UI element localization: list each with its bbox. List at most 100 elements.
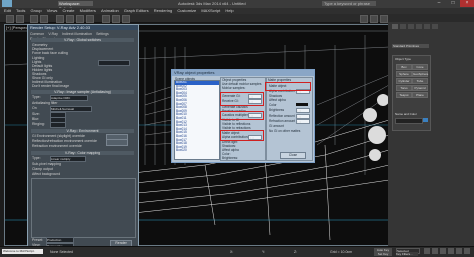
row-dont-render[interactable]: Don't render final image xyxy=(32,84,69,88)
utilities-icon[interactable] xyxy=(432,24,438,29)
cylinder-button[interactable]: Cylinder xyxy=(396,78,412,84)
ringing-field[interactable] xyxy=(50,122,66,128)
vray-dialog-title: VRay object properties xyxy=(172,70,314,76)
tube-button[interactable]: Tube xyxy=(412,78,428,84)
sphere-button[interactable]: Sphere xyxy=(396,71,412,77)
menu-maxscript[interactable]: MAXScript xyxy=(201,8,220,13)
torus-button[interactable]: Torus xyxy=(396,85,412,91)
orbit-icon[interactable] xyxy=(456,248,462,254)
tab-vray[interactable]: V-Ray xyxy=(48,32,58,36)
move-icon[interactable] xyxy=(66,15,74,23)
cone-button[interactable]: Cone xyxy=(412,64,428,70)
maxscript-listener[interactable]: Welcome to MAXScript. xyxy=(2,249,43,254)
hierarchy-icon[interactable] xyxy=(408,24,414,29)
primitives-dropdown[interactable]: Standard Primitives xyxy=(392,44,429,48)
minimize-button[interactable]: – xyxy=(432,0,446,7)
plane-button[interactable]: Plane xyxy=(412,92,428,98)
maximize-button[interactable]: □ xyxy=(446,0,460,7)
matte-color-swatch[interactable] xyxy=(296,103,308,106)
material-editor-icon[interactable] xyxy=(360,15,368,23)
refraction-amount[interactable]: Refraction amount xyxy=(269,119,295,123)
menu-rendering[interactable]: Rendering xyxy=(154,8,172,13)
gi-amount[interactable]: GI amount xyxy=(269,124,284,128)
render-dialog-title: Render Setup: V-Ray Adv 2.40.03 xyxy=(28,25,138,30)
snap-icon[interactable] xyxy=(102,15,110,23)
menu-group[interactable]: Group xyxy=(31,8,42,13)
refl-env-map-button[interactable] xyxy=(106,139,128,146)
menu-graph-editors[interactable]: Graph Editors xyxy=(124,8,149,13)
workspace-dropdown[interactable]: Workspace: Default xyxy=(58,1,93,11)
image-sampler-header[interactable]: V-Ray:: Image sampler (Antialiasing) xyxy=(31,90,134,94)
zoom-icon[interactable] xyxy=(440,248,446,254)
menu-customize[interactable]: Customize xyxy=(177,8,196,13)
lights-dropdown[interactable] xyxy=(98,60,130,66)
list-item[interactable]: Box020 xyxy=(175,149,219,153)
teapot-button[interactable]: Teapot xyxy=(396,92,412,98)
color-mapping-header[interactable]: V-Ray:: Color mapping xyxy=(31,151,134,155)
menu-animation[interactable]: Animation xyxy=(101,8,119,13)
object-type-rollout: Object Type Box Cone Sphere GeoSphere Cy… xyxy=(392,55,431,131)
rotate-icon[interactable] xyxy=(76,15,84,23)
reflection-amount[interactable]: Reflection amount xyxy=(269,114,295,118)
menu-tools[interactable]: Tools xyxy=(16,8,25,13)
next-frame-icon[interactable] xyxy=(432,248,438,254)
key-filters-button[interactable]: Key Filters... xyxy=(396,252,418,256)
matte-color: Color xyxy=(269,103,277,107)
matte-affect-alpha[interactable]: Affect alpha xyxy=(269,98,286,102)
pan-icon[interactable] xyxy=(448,248,454,254)
motion-icon[interactable] xyxy=(416,24,422,29)
unlink-icon[interactable] xyxy=(40,15,48,23)
scale-icon[interactable] xyxy=(86,15,94,23)
refraction-amount-field[interactable]: 1.0 xyxy=(296,119,310,124)
environment-header[interactable]: V-Ray:: Environment xyxy=(31,129,134,133)
clamp-checkbox[interactable]: Clamp output xyxy=(32,167,53,171)
subpixel-checkbox[interactable]: Sub-pixel mapping xyxy=(32,162,61,166)
menu-modifiers[interactable]: Modifiers xyxy=(80,8,96,13)
align-icon[interactable] xyxy=(122,15,130,23)
redo-icon[interactable] xyxy=(16,15,24,23)
highlight-box-1 xyxy=(265,82,311,91)
display-icon[interactable] xyxy=(424,24,430,29)
no-gi-other-mattes[interactable]: No GI on other mattes xyxy=(269,129,300,133)
menu-edit[interactable]: Edit xyxy=(4,8,11,13)
gi-env-override[interactable]: GI Environment (skylight) override xyxy=(32,134,85,138)
menu-create[interactable]: Create xyxy=(62,8,74,13)
aa-on-checkbox[interactable]: On xyxy=(32,106,37,110)
maximize-viewport-icon[interactable] xyxy=(464,248,470,254)
pyramid-button[interactable]: Pyramid xyxy=(412,85,428,91)
set-key-button[interactable]: Set Key xyxy=(374,252,392,256)
scene-objects-list[interactable]: Box001 Box002 Box003 Box004 Box005 Box00… xyxy=(174,80,220,160)
refl-env-override[interactable]: Reflection/refraction environment overri… xyxy=(32,139,97,143)
app-logo-icon[interactable] xyxy=(2,0,12,7)
tab-common[interactable]: Common xyxy=(30,32,44,36)
close-dialog-button[interactable]: Close xyxy=(280,152,306,159)
tab-settings[interactable]: Settings xyxy=(96,32,109,36)
select-object-icon[interactable] xyxy=(56,15,64,23)
object-color-swatch[interactable] xyxy=(423,118,428,122)
affect-bg-checkbox[interactable]: Affect background xyxy=(32,172,60,176)
modify-icon[interactable] xyxy=(400,24,406,29)
search-input[interactable]: Type a keyword or phrase xyxy=(322,1,376,6)
box-button[interactable]: Box xyxy=(396,64,412,70)
render-icon[interactable] xyxy=(380,15,388,23)
undo-icon[interactable] xyxy=(6,15,14,23)
render-setup-icon[interactable] xyxy=(370,15,378,23)
aa-filter-label: Antialiasing filter xyxy=(32,101,58,105)
close-button[interactable]: × xyxy=(460,0,474,7)
select-link-icon[interactable] xyxy=(30,15,38,23)
menu-views[interactable]: Views xyxy=(47,8,58,13)
play-icon[interactable] xyxy=(424,248,430,254)
row-backface[interactable]: Force back face culling xyxy=(32,51,68,55)
status-bar: Welcome to MAXScript. None Selected X: Y… xyxy=(0,246,474,257)
matte-brightness-field[interactable]: 1.0 xyxy=(296,108,310,113)
global-switches-header[interactable]: V-Ray:: Global switches xyxy=(31,38,134,42)
tab-indirect[interactable]: Indirect illumination xyxy=(62,32,92,36)
sampler-type-label: Type: xyxy=(32,95,41,99)
refr-env-override[interactable]: Refraction environment override xyxy=(32,144,82,148)
render-setup-dialog: Render Setup: V-Ray Adv 2.40.03 Common V… xyxy=(27,24,139,250)
object-name-field[interactable] xyxy=(395,118,423,124)
create-icon[interactable] xyxy=(392,24,398,29)
geosphere-button[interactable]: GeoSphere xyxy=(412,71,428,77)
mirror-icon[interactable] xyxy=(112,15,120,23)
menu-help[interactable]: Help xyxy=(225,8,233,13)
